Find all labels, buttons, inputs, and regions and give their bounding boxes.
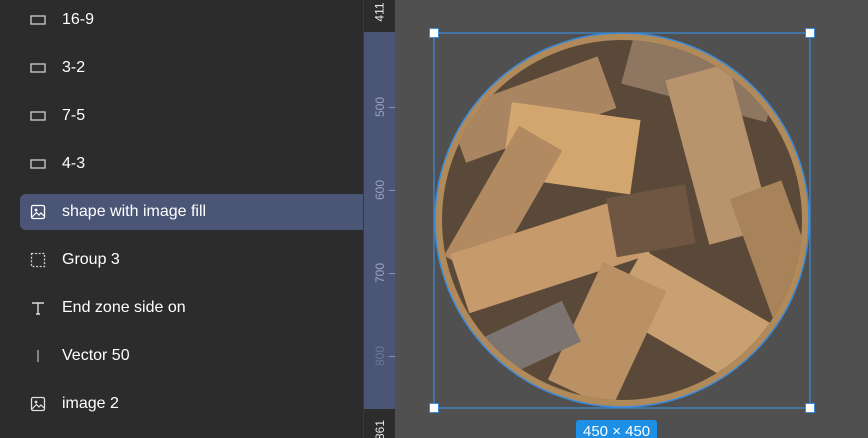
image-icon — [28, 394, 48, 414]
layer-label: shape with image fill — [62, 203, 207, 220]
shape-with-image-fill[interactable] — [395, 0, 868, 438]
layer-label: Group 3 — [62, 251, 120, 268]
ruler-label: 800 — [373, 345, 387, 367]
layer-row-3-2[interactable]: 3-2 — [20, 50, 363, 86]
layer-label: 16-9 — [62, 11, 95, 28]
layers-panel: 16-9 3-2 7-5 4-3 shape with image fill G… — [0, 0, 363, 438]
resize-handle-bottom-right[interactable] — [805, 403, 815, 413]
ruler-label: 700 — [373, 262, 387, 284]
vertical-ruler: 411 500 600 700 800 861 — [363, 0, 396, 438]
design-canvas[interactable]: 450 × 450 — [395, 0, 868, 438]
frame-icon — [28, 58, 48, 78]
ruler-label: 600 — [373, 179, 387, 201]
layer-label: 3-2 — [62, 59, 86, 76]
vector-line-icon — [28, 346, 48, 366]
layer-row-shape-with-image-fill[interactable]: shape with image fill — [20, 194, 363, 230]
layer-label: End zone side on — [62, 299, 186, 316]
layer-label: 7-5 — [62, 107, 86, 124]
ruler-label-end: 861 — [373, 419, 387, 438]
layer-row-group-3[interactable]: Group 3 — [20, 242, 363, 278]
frame-icon — [28, 154, 48, 174]
layer-label: image 2 — [62, 395, 119, 412]
layer-row-7-5[interactable]: 7-5 — [20, 98, 363, 134]
resize-handle-top-left[interactable] — [429, 28, 439, 38]
layer-row-16-9[interactable]: 16-9 — [20, 2, 363, 38]
resize-handle-bottom-left[interactable] — [429, 403, 439, 413]
layer-label: Vector 50 — [62, 347, 130, 364]
frame-icon — [28, 10, 48, 30]
layer-row-vector-50[interactable]: Vector 50 — [20, 338, 363, 374]
layer-row-4-3[interactable]: 4-3 — [20, 146, 363, 182]
ruler-label-start: 411 — [372, 2, 387, 22]
text-icon — [28, 298, 48, 318]
ruler-label: 500 — [373, 96, 387, 118]
layer-row-end-zone-side-on[interactable]: End zone side on — [20, 290, 363, 326]
resize-handle-top-right[interactable] — [805, 28, 815, 38]
layer-row-image-2[interactable]: image 2 — [20, 386, 363, 422]
group-icon — [28, 250, 48, 270]
layer-label: 4-3 — [62, 155, 86, 172]
image-icon — [28, 202, 48, 222]
frame-icon — [28, 106, 48, 126]
selection-size-badge: 450 × 450 — [576, 420, 658, 438]
